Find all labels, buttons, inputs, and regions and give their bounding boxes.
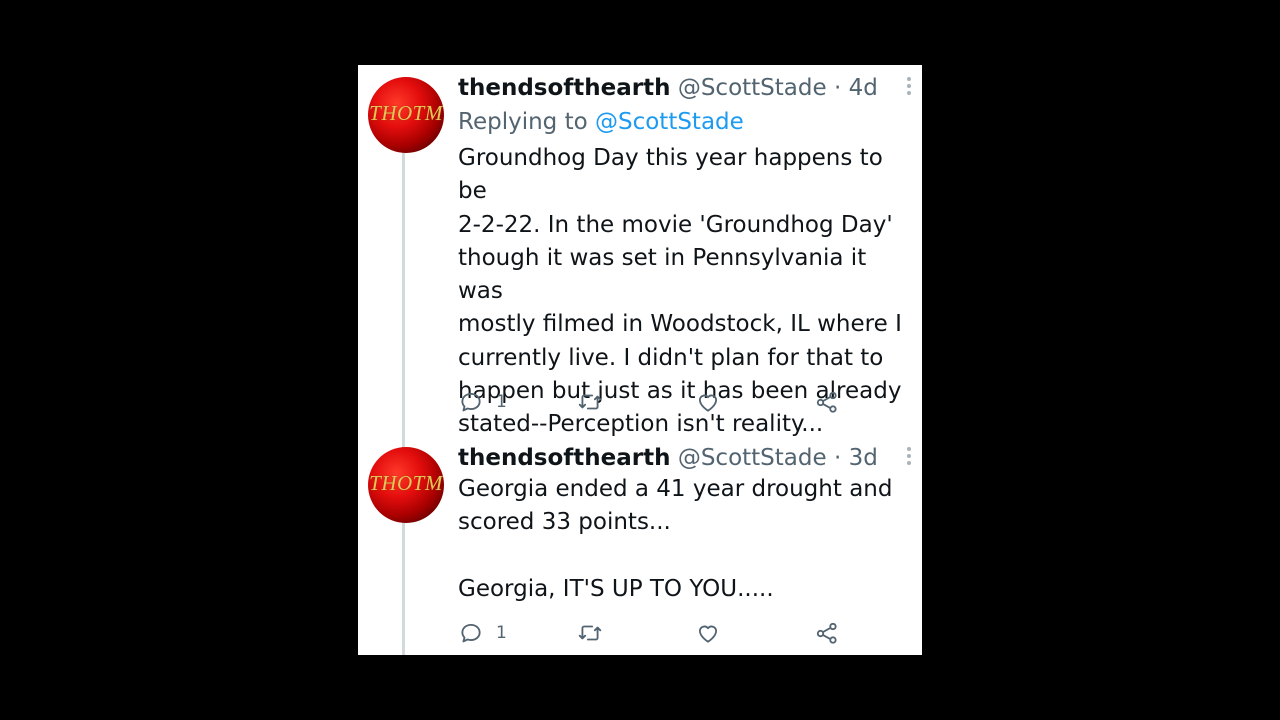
separator-dot: · <box>833 445 842 471</box>
tweet[interactable]: THOTM thendsofthearth @ScottStade · 4d R… <box>358 65 922 437</box>
avatar-logo-text: THOTM <box>369 471 443 495</box>
share-button[interactable] <box>814 388 840 416</box>
reply-count: 1 <box>496 392 507 412</box>
replying-to-label: Replying to <box>458 109 588 135</box>
tweet[interactable]: THOTM thendsofthearth @ScottStade · 3d G… <box>358 435 922 655</box>
like-button[interactable] <box>695 619 721 647</box>
heart-icon <box>698 394 718 412</box>
tweet-actions: 1 <box>458 388 908 416</box>
tweet-thread-card: THOTM thendsofthearth @ScottStade · 4d R… <box>358 65 922 655</box>
replying-to-mention-link[interactable]: @ScottStade <box>595 109 744 135</box>
more-options-icon[interactable] <box>906 447 912 467</box>
tweet-header: thendsofthearth @ScottStade · 3d <box>458 443 878 473</box>
reply-button[interactable]: 1 <box>458 619 507 647</box>
reply-button[interactable]: 1 <box>458 388 507 416</box>
display-name[interactable]: thendsofthearth <box>458 445 671 471</box>
separator-dot: · <box>833 75 842 101</box>
avatar[interactable]: THOTM <box>368 77 444 153</box>
more-options-icon[interactable] <box>906 77 912 97</box>
reply-icon <box>461 623 481 643</box>
reply-count: 1 <box>496 623 507 643</box>
share-button[interactable] <box>814 619 840 647</box>
reply-icon <box>461 392 481 412</box>
timestamp[interactable]: 3d <box>849 445 878 471</box>
user-handle[interactable]: @ScottStade <box>678 75 827 101</box>
tweet-text: Georgia ended a 41 year drought and scor… <box>458 476 893 602</box>
timestamp[interactable]: 4d <box>849 75 878 101</box>
replying-to-line: Replying to @ScottStade <box>458 107 744 137</box>
retweet-button[interactable] <box>577 619 603 647</box>
retweet-icon <box>578 394 602 410</box>
avatar-logo-text: THOTM <box>369 101 443 125</box>
tweet-header: thendsofthearth @ScottStade · 4d <box>458 73 878 103</box>
display-name[interactable]: thendsofthearth <box>458 75 671 101</box>
user-handle[interactable]: @ScottStade <box>678 445 827 471</box>
share-icon <box>816 622 837 644</box>
share-icon <box>816 391 837 413</box>
retweet-icon <box>578 625 602 641</box>
tweet-actions: 1 <box>458 619 908 647</box>
heart-icon <box>698 625 718 643</box>
avatar[interactable]: THOTM <box>368 447 444 523</box>
retweet-button[interactable] <box>577 388 603 416</box>
like-button[interactable] <box>695 388 721 416</box>
